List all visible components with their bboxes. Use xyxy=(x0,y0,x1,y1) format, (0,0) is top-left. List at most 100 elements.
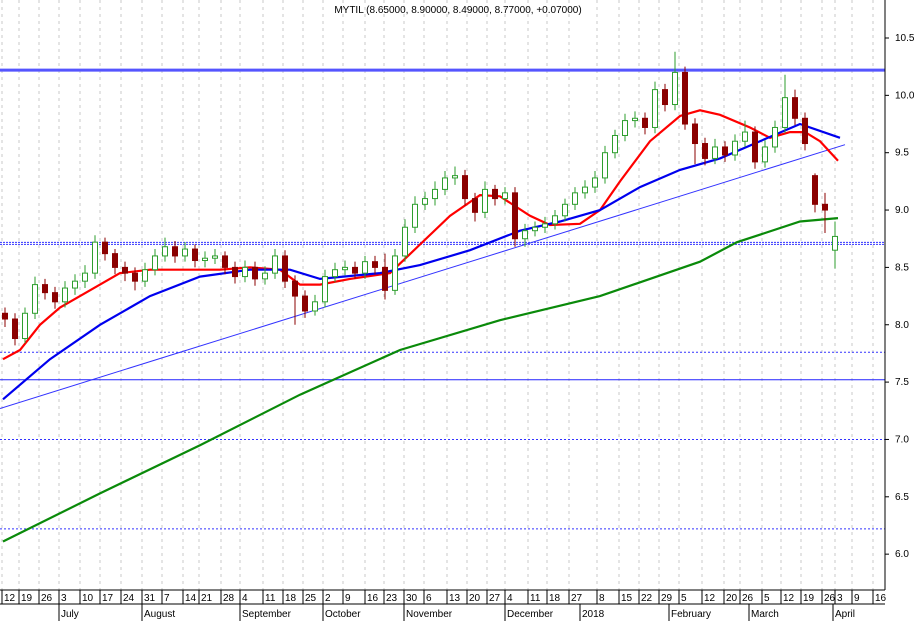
month-label: November xyxy=(406,609,453,620)
x-tick-label: 4 xyxy=(242,593,248,604)
x-tick-label: 25 xyxy=(305,593,317,604)
y-tick-label: 9.0 xyxy=(895,205,909,216)
chart-title: MYTIL (8.65000, 8.90000, 8.49000, 8.7700… xyxy=(334,5,581,16)
candle-down xyxy=(642,117,648,128)
x-tick-label: 12 xyxy=(4,593,16,604)
candle-down xyxy=(132,272,138,282)
x-tick-label: 17 xyxy=(102,593,114,604)
candle-down xyxy=(692,123,698,145)
x-tick-label: 31 xyxy=(144,593,156,604)
candle-up xyxy=(422,198,428,205)
candle-up xyxy=(32,284,38,314)
candle-down xyxy=(282,255,288,282)
candle-up xyxy=(202,257,208,262)
month-label: April xyxy=(835,609,855,620)
x-tick-label: 7 xyxy=(164,593,170,604)
candle-down xyxy=(232,266,238,278)
candle-up xyxy=(612,134,618,154)
x-tick-label: 24 xyxy=(123,593,135,604)
x-tick-label: 9 xyxy=(854,593,860,604)
x-tick-label: 27 xyxy=(489,593,501,604)
x-tick-label: 20 xyxy=(469,593,481,604)
candle-up xyxy=(602,152,608,179)
candle-up xyxy=(22,312,28,340)
candle-up xyxy=(782,97,788,128)
candle-up xyxy=(652,89,658,128)
grid xyxy=(1,0,874,590)
x-tick-label: 27 xyxy=(571,593,583,604)
x-tick-label: 29 xyxy=(661,593,673,604)
x-tick-label: 9 xyxy=(345,593,351,604)
candle-down xyxy=(12,318,18,340)
x-tick-label: 13 xyxy=(449,593,461,604)
month-label: March xyxy=(751,609,779,620)
candle-up xyxy=(182,248,188,257)
candle-up xyxy=(392,255,398,291)
month-label: September xyxy=(242,609,292,620)
candle-down xyxy=(472,198,478,213)
candle-up xyxy=(342,266,348,271)
ma-mid-line xyxy=(2,122,841,401)
candle-down xyxy=(822,203,828,211)
y-tick-label: 7.5 xyxy=(895,377,909,388)
x-tick-label: 12 xyxy=(704,593,716,604)
candle-down xyxy=(812,175,818,205)
y-tick-label: 8.5 xyxy=(895,262,909,273)
candle-down xyxy=(292,280,298,297)
candle-down xyxy=(662,89,668,106)
candle-up xyxy=(82,272,88,282)
month-label: 2018 xyxy=(582,609,605,620)
x-tick-label: 26 xyxy=(824,593,836,604)
candle-up xyxy=(762,146,768,163)
candle-up xyxy=(312,301,318,312)
candle-up xyxy=(562,203,568,217)
candle-up xyxy=(592,177,598,188)
candle-down xyxy=(112,253,118,268)
x-tick-label: 28 xyxy=(223,593,235,604)
x-tick-label: 26 xyxy=(742,593,754,604)
y-tick-label: 6.0 xyxy=(895,549,909,560)
y-tick-label: 6.5 xyxy=(895,492,909,503)
candle-down xyxy=(492,188,498,200)
candle-up xyxy=(72,280,78,289)
candle-down xyxy=(372,261,378,268)
y-tick-label: 8.0 xyxy=(895,320,909,331)
candle-up xyxy=(622,120,628,136)
candle-up xyxy=(442,177,448,190)
candle-up xyxy=(502,192,508,200)
x-tick-label: 23 xyxy=(386,593,398,604)
x-tick-label: 18 xyxy=(549,593,561,604)
x-tick-label: 6 xyxy=(426,593,432,604)
candle-down xyxy=(722,146,728,156)
x-tick-label: 22 xyxy=(641,593,653,604)
candle-up xyxy=(522,230,528,240)
candle-down xyxy=(792,97,798,119)
candle-down xyxy=(172,246,178,257)
candle-up xyxy=(322,276,328,303)
x-tick-label: 3 xyxy=(61,593,67,604)
y-tick-label: 7.0 xyxy=(895,434,909,445)
candle-down xyxy=(682,71,688,125)
x-tick-label: 20 xyxy=(726,593,738,604)
x-tick-label: 5 xyxy=(681,593,687,604)
candle-down xyxy=(222,255,228,268)
candle-down xyxy=(52,292,58,303)
candle-up xyxy=(262,272,268,280)
candle-up xyxy=(532,226,538,232)
x-tick-label: 12 xyxy=(783,593,795,604)
candle-up xyxy=(452,175,458,179)
candle-up xyxy=(672,71,678,106)
trend-line xyxy=(0,144,846,409)
candle-up xyxy=(242,266,248,278)
candle-up xyxy=(62,287,68,303)
candle-up xyxy=(362,261,368,274)
x-tick-label: 19 xyxy=(803,593,815,604)
month-label: October xyxy=(325,609,361,620)
candle-up xyxy=(632,117,638,122)
candle-up xyxy=(712,146,718,159)
candle-down xyxy=(302,295,308,312)
candlestick-chart: MYTIL (8.65000, 8.90000, 8.49000, 8.7700… xyxy=(0,0,915,621)
candle-up xyxy=(482,188,488,213)
candle-down xyxy=(252,266,258,280)
candle-down xyxy=(42,284,48,294)
